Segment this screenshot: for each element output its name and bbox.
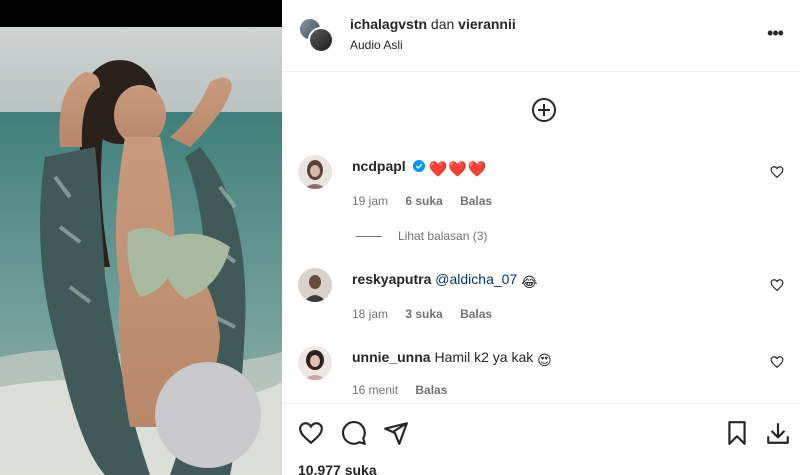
post-side-panel: ichalagvstn dan vierannii Audio Asli •••… [282,0,800,475]
avatar[interactable] [298,268,332,302]
comment-username[interactable]: unnie_unna [352,349,431,365]
comment-meta: 19 jam 6 suka Balas [352,194,506,208]
comment-emoji: 😂 [521,274,538,290]
download-icon[interactable] [765,420,791,446]
share-icon[interactable] [383,420,409,446]
avatar[interactable] [308,27,334,53]
add-comment-icon[interactable] [531,97,557,123]
comment-line: unnie_unna Hamil k2 ya kak 😍 [352,349,552,369]
post-actions: 10.977 suka [282,403,800,475]
comment-line: ncdpapl ❤️❤️❤️ [352,158,487,178]
bookmark-icon[interactable] [724,420,750,446]
post-header: ichalagvstn dan vierannii Audio Asli ••• [282,0,800,72]
comment-likes[interactable]: 3 suka [405,307,442,321]
comment-line: reskyaputra @aldicha_07 😂 [352,271,537,291]
audio-link[interactable]: Audio Asli [350,38,403,52]
view-replies-label[interactable]: Lihat balasan (3) [398,229,487,243]
media-top-bar [0,0,282,27]
username-link[interactable]: vierannii [458,16,516,32]
comment-meta: 16 menit Balas [352,383,461,397]
comment-time: 19 jam [352,194,389,208]
comment-likes[interactable]: 6 suka [405,194,442,208]
heart-icon[interactable] [298,420,324,446]
comment-emoji: 😍 [537,352,552,368]
heart-icon[interactable] [770,278,784,292]
divider [356,236,382,238]
username-link[interactable]: ichalagvstn [350,16,427,32]
avatar[interactable] [298,346,332,380]
heart-icon[interactable] [770,165,784,179]
reply-button[interactable]: Balas [415,383,447,397]
comment-icon[interactable] [341,420,367,446]
likes-count[interactable]: 10.977 suka [298,462,377,475]
post-media[interactable] [0,0,282,475]
reply-button[interactable]: Balas [460,307,492,321]
comment-text: ❤️❤️❤️ [428,161,488,178]
censor-circle [155,362,261,468]
comment-username[interactable]: reskyaputra [352,271,431,287]
comment-time: 18 jam [352,307,389,321]
collab-usernames: ichalagvstn dan vierannii [350,16,516,32]
heart-icon[interactable] [770,355,784,369]
reply-button[interactable]: Balas [460,194,492,208]
more-icon[interactable]: ••• [764,24,786,46]
comment-time: 16 menit [352,383,399,397]
comment-username[interactable]: ncdpapl [352,158,406,174]
comment-meta: 18 jam 3 suka Balas [352,307,506,321]
collab-avatars[interactable] [298,17,334,53]
view-replies-button[interactable]: Lihat balasan (3) [356,229,487,243]
verified-icon [412,160,425,172]
mention-link[interactable]: @aldicha_07 [435,271,517,287]
connector-text: dan [430,16,455,32]
avatar[interactable] [298,155,332,189]
comment-text: Hamil k2 ya kak [434,349,534,365]
